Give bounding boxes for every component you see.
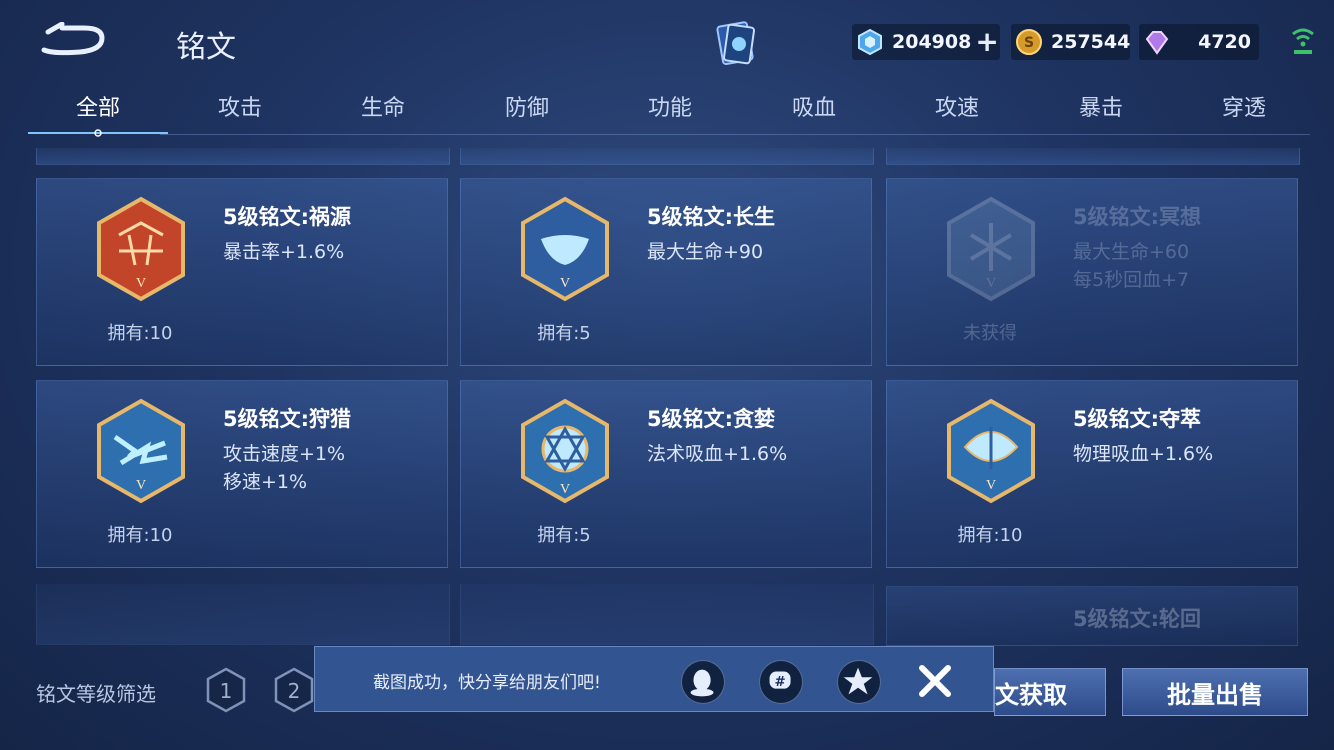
rune-stat: 物理吸血+1.6% [1073,443,1214,465]
rune-acquire-button[interactable]: 文获取 [994,668,1106,716]
rune-hunt-icon: V [97,398,185,504]
rune-name: 5级铭文:冥想 [1073,205,1202,229]
share-qq-button[interactable] [681,660,725,704]
rune-stat: 法术吸血+1.6% [647,443,788,465]
add-currency-button[interactable]: + [975,28,998,56]
svg-text:V: V [560,276,570,291]
crystal-balance: 4720 [1139,24,1259,60]
rune-card[interactable]: V 5级铭文:长生 最大生命+90 拥有:5 [460,178,872,366]
rune-plunder-icon: V [947,398,1035,504]
rune-card-partial[interactable]: 5级铭文:轮回 [886,586,1298,646]
diamond-coupon-balance: 204908 + [852,24,1000,60]
rune-stat: 暴击率+1.6% [223,241,345,263]
qzone-icon [843,667,873,695]
page-title: 铭文 [176,30,236,65]
rune-card[interactable]: V 5级铭文:冥想 最大生命+60 每5秒回血+7 未获得 [886,178,1298,366]
rune-greed-icon: V [521,398,609,504]
svg-text:V: V [986,276,996,291]
rune-book-icon[interactable] [712,18,760,68]
diamond-coupon-value: 204908 [892,31,972,53]
gold-balance: S 257544 [1011,24,1130,60]
rune-owned-count: 拥有:10 [957,525,1023,546]
list-item-partial [36,148,450,165]
rune-name: 5级铭文:夺萃 [1073,407,1202,431]
rune-name: 5级铭文:祸源 [223,205,352,229]
svg-text:#: # [774,675,785,690]
rune-stat: 攻击速度+1% [223,443,346,465]
rune-card[interactable]: V 5级铭文:夺萃 物理吸血+1.6% 拥有:10 [886,380,1298,568]
screenshot-share-toast: 截图成功，快分享给朋友们吧! # [314,646,994,712]
svg-text:S: S [1024,35,1034,51]
rune-stat: 最大生命+60 [1073,241,1190,263]
rune-owned-count: 拥有:10 [107,525,173,546]
active-tab-underline [28,129,168,137]
rune-card[interactable]: V 5级铭文:狩猎 攻击速度+1% 移速+1% 拥有:10 [36,380,448,568]
rune-stat: 移速+1% [223,471,308,493]
rune-owned-count: 未获得 [963,323,1017,344]
crystal-value: 4720 [1198,31,1251,53]
list-item-partial [886,148,1300,165]
gold-coin-icon: S [1016,29,1042,55]
wechat-moments-icon: # [769,671,791,690]
rune-name: 5级铭文:长生 [647,205,776,229]
rune-meditation-icon: V [947,196,1035,302]
tab-lifesteal[interactable]: 吸血 [744,90,884,122]
gold-value: 257544 [1051,31,1131,53]
rune-owned-count: 拥有:5 [537,525,591,546]
diamond-coupon-icon [858,28,882,56]
tabs-divider [160,134,1310,135]
category-tabs: 全部 攻击 生命 防御 功能 吸血 攻速 暴击 穿透 [28,90,1310,134]
rune-stat: 最大生命+90 [647,241,764,263]
tab-penetration[interactable]: 穿透 [1174,90,1314,122]
tab-attack[interactable]: 攻击 [170,90,310,122]
qq-icon [690,669,714,697]
tab-all[interactable]: 全部 [28,90,168,122]
tab-utility[interactable]: 功能 [600,90,740,122]
level-filter-label: 铭文等级筛选 [36,682,156,706]
tab-crit[interactable]: 暴击 [1031,90,1171,122]
tab-attack-speed[interactable]: 攻速 [887,90,1027,122]
tab-defense[interactable]: 防御 [457,90,597,122]
svg-text:V: V [136,478,146,493]
svg-text:2: 2 [288,679,301,703]
network-signal-icon [1292,28,1314,54]
rune-name: 5级铭文:贪婪 [647,407,776,431]
rune-longevity-icon: V [521,196,609,302]
rune-card[interactable]: V 5级铭文:贪婪 法术吸血+1.6% 拥有:5 [460,380,872,568]
rune-name: 5级铭文:狩猎 [223,407,352,431]
bulk-sell-button[interactable]: 批量出售 [1122,668,1308,716]
level-filter-1-button[interactable]: 1 [204,666,248,714]
list-item-partial [460,148,874,165]
rune-owned-count: 拥有:5 [537,323,591,344]
list-item-partial [36,584,450,645]
purple-crystal-icon [1145,31,1169,55]
rune-card[interactable]: V 5级铭文:祸源 暴击率+1.6% 拥有:10 [36,178,448,366]
rune-owned-count: 拥有:10 [107,323,173,344]
toast-message: 截图成功，快分享给朋友们吧! [373,673,601,693]
svg-text:V: V [986,478,996,493]
svg-text:1: 1 [220,679,233,703]
close-icon[interactable] [915,661,955,701]
rune-name: 5级铭文:轮回 [1073,607,1202,631]
tab-health[interactable]: 生命 [313,90,453,122]
svg-text:V: V [560,482,570,497]
level-filter-2-button[interactable]: 2 [272,666,316,714]
share-moments-button[interactable]: # [759,660,803,704]
share-qzone-button[interactable] [837,660,881,704]
rune-calamity-icon: V [97,196,185,302]
svg-text:V: V [136,276,146,291]
back-arrow-icon[interactable] [40,22,110,58]
rune-stat: 每5秒回血+7 [1073,269,1190,291]
list-item-partial [460,584,874,645]
